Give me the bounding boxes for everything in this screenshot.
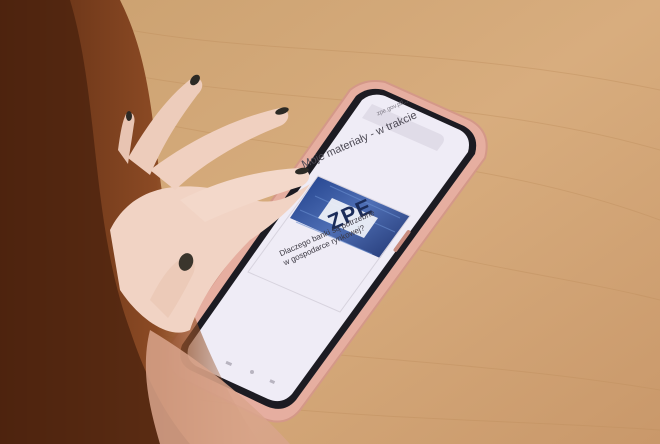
photo-scene: zpe.gov.pl/... Moje materiały - w trakci… [0,0,660,444]
nail-pinky [126,111,132,121]
photo-illustration [0,0,660,444]
